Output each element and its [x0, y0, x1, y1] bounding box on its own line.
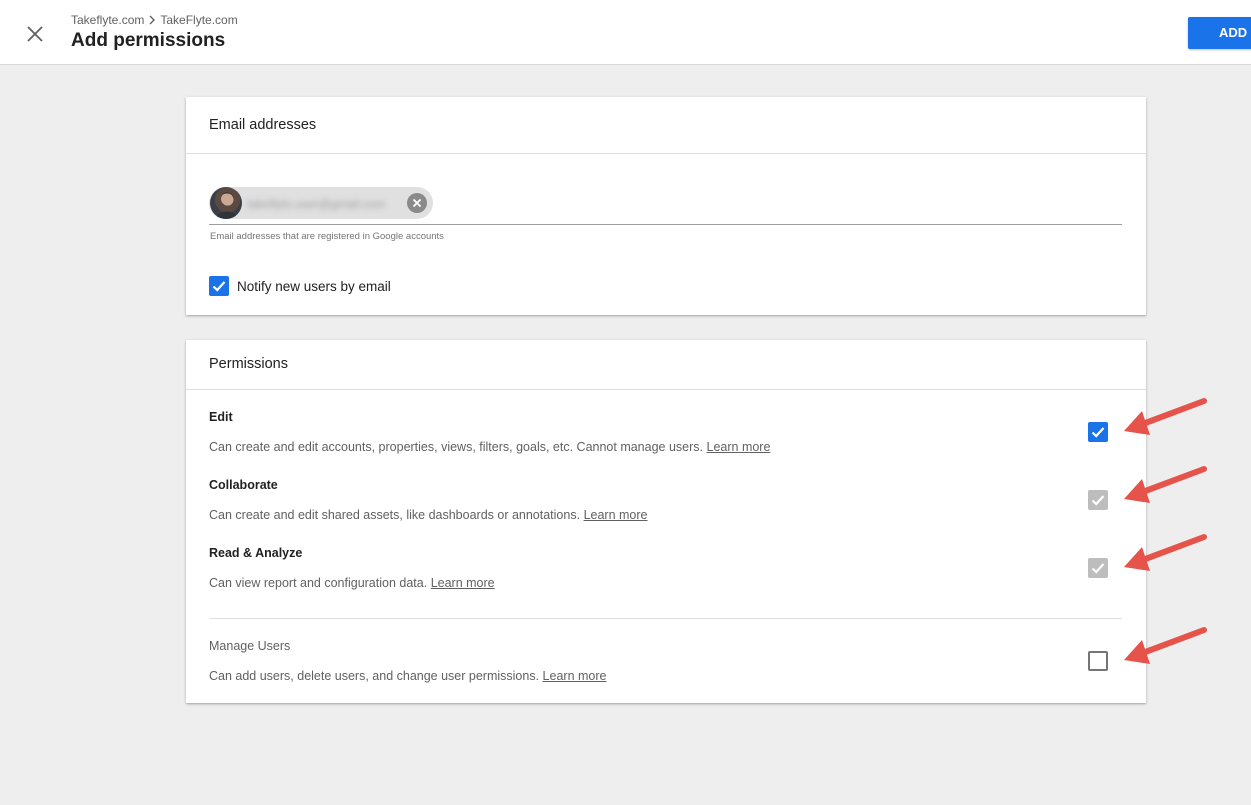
permission-desc-text: Can add users, delete users, and change … [209, 669, 540, 683]
edit-checkbox[interactable] [1088, 422, 1108, 442]
breadcrumb: Takeflyte.com TakeFlyte.com [71, 13, 238, 27]
permission-title: Collaborate [209, 478, 278, 492]
close-icon [27, 26, 43, 42]
annotation-arrow-icon [1124, 627, 1207, 664]
permission-desc-text: Can create and edit accounts, properties… [209, 440, 704, 454]
checkmark-icon [212, 281, 226, 292]
breadcrumb-account[interactable]: Takeflyte.com [71, 13, 144, 27]
email-hint: Email addresses that are registered in G… [210, 231, 444, 242]
email-section-title: Email addresses [186, 97, 1146, 154]
annotation-arrow-icon [1124, 398, 1207, 435]
permission-title: Manage Users [209, 639, 291, 653]
user-photo-icon [216, 192, 238, 219]
email-addresses-card: Email addresses takeflyte.user@gmail.com… [186, 97, 1146, 315]
annotation-arrow-icon [1124, 466, 1207, 503]
chip-email-text: takeflyte.user@gmail.com [247, 197, 386, 211]
checkmark-icon [1091, 495, 1105, 506]
read-analyze-checkbox[interactable] [1088, 558, 1108, 578]
permission-title: Read & Analyze [209, 546, 303, 560]
checkmark-icon [1091, 427, 1105, 438]
top-bar: Takeflyte.com TakeFlyte.com Add permissi… [0, 0, 1251, 65]
permission-description: Can add users, delete users, and change … [209, 669, 606, 683]
notify-row[interactable]: Notify new users by email [209, 276, 391, 296]
learn-more-link[interactable]: Learn more [543, 669, 607, 683]
close-icon [412, 198, 422, 208]
permission-manage-users: Manage Users Can add users, delete users… [209, 639, 1122, 683]
email-chip[interactable]: takeflyte.user@gmail.com [209, 187, 433, 219]
notify-label[interactable]: Notify new users by email [237, 279, 391, 294]
chip-remove-button[interactable] [407, 193, 427, 213]
annotation-arrow-icon [1124, 534, 1207, 571]
permissions-card: Permissions Edit Can create and edit acc… [186, 340, 1146, 703]
page-title: Add permissions [71, 30, 226, 51]
email-input-underline[interactable] [209, 224, 1122, 225]
checkmark-icon [1091, 563, 1105, 574]
avatar [210, 187, 242, 219]
permission-edit: Edit Can create and edit accounts, prope… [209, 410, 1122, 454]
add-button[interactable]: ADD [1188, 17, 1251, 49]
close-button[interactable] [22, 21, 48, 47]
learn-more-link[interactable]: Learn more [707, 440, 771, 454]
collaborate-checkbox[interactable] [1088, 490, 1108, 510]
manage-users-checkbox[interactable] [1088, 651, 1108, 671]
permission-description: Can view report and configuration data. … [209, 576, 495, 590]
permission-collaborate: Collaborate Can create and edit shared a… [209, 478, 1122, 522]
permissions-section-title: Permissions [186, 340, 1146, 390]
notify-checkbox[interactable] [209, 276, 229, 296]
learn-more-link[interactable]: Learn more [431, 576, 495, 590]
permission-title: Edit [209, 410, 233, 424]
divider [209, 618, 1122, 619]
permission-read-analyze: Read & Analyze Can view report and confi… [209, 546, 1122, 590]
permission-desc-text: Can create and edit shared assets, like … [209, 508, 581, 522]
permission-desc-text: Can view report and configuration data. [209, 576, 428, 590]
learn-more-link[interactable]: Learn more [584, 508, 648, 522]
permission-description: Can create and edit accounts, properties… [209, 440, 770, 454]
chevron-right-icon [149, 15, 156, 25]
breadcrumb-property[interactable]: TakeFlyte.com [160, 13, 237, 27]
permission-description: Can create and edit shared assets, like … [209, 508, 648, 522]
